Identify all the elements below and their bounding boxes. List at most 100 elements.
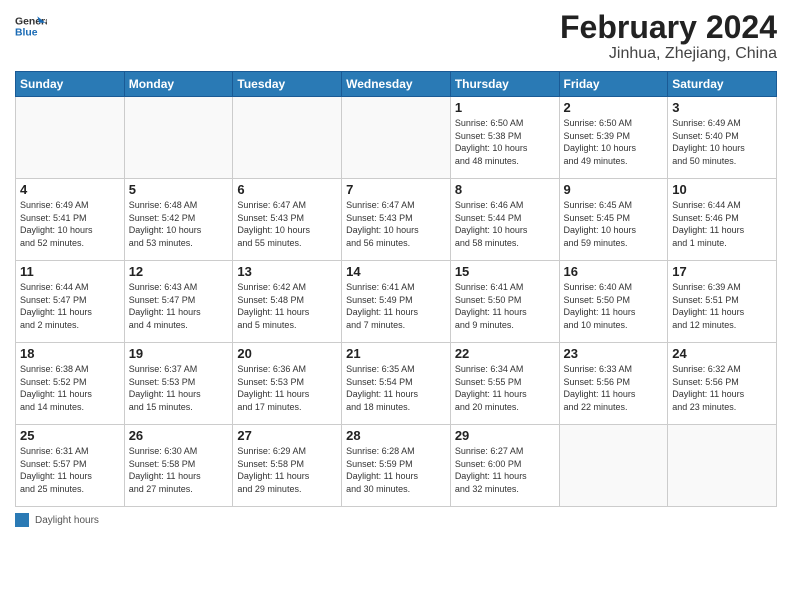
weekday-header-thursday: Thursday bbox=[450, 72, 559, 97]
day-info: Sunrise: 6:33 AM Sunset: 5:56 PM Dayligh… bbox=[564, 363, 664, 413]
day-number: 22 bbox=[455, 346, 555, 361]
weekday-header-row: SundayMondayTuesdayWednesdayThursdayFrid… bbox=[16, 72, 777, 97]
calendar-cell: 13Sunrise: 6:42 AM Sunset: 5:48 PM Dayli… bbox=[233, 261, 342, 343]
day-number: 29 bbox=[455, 428, 555, 443]
legend-color-box bbox=[15, 513, 29, 527]
day-number: 13 bbox=[237, 264, 337, 279]
weekday-header-monday: Monday bbox=[124, 72, 233, 97]
day-number: 7 bbox=[346, 182, 446, 197]
day-number: 28 bbox=[346, 428, 446, 443]
day-info: Sunrise: 6:50 AM Sunset: 5:38 PM Dayligh… bbox=[455, 117, 555, 167]
day-info: Sunrise: 6:28 AM Sunset: 5:59 PM Dayligh… bbox=[346, 445, 446, 495]
calendar-cell: 1 Sunrise: 6:50 AM Sunset: 5:38 PM Daylig… bbox=[450, 97, 559, 179]
day-info: Sunrise: 6:41 AM Sunset: 5:49 PM Dayligh… bbox=[346, 281, 446, 331]
day-number: 5 bbox=[129, 182, 229, 197]
weekday-header-friday: Friday bbox=[559, 72, 668, 97]
calendar-cell: 25Sunrise: 6:31 AM Sunset: 5:57 PM Dayli… bbox=[16, 425, 125, 507]
day-info: Sunrise: 6:44 AM Sunset: 5:47 PM Dayligh… bbox=[20, 281, 120, 331]
calendar-cell: 5 Sunrise: 6:48 AM Sunset: 5:42 PM Daylig… bbox=[124, 179, 233, 261]
calendar-cell: 19 Sunrise: 6:37 AM Sunset: 5:53 PM Dayli… bbox=[124, 343, 233, 425]
calendar-cell: 3 Sunrise: 6:49 AM Sunset: 5:40 PM Daylig… bbox=[668, 97, 777, 179]
header: General Blue February 2024 Jinhua, Zheji… bbox=[15, 10, 777, 63]
day-info: Sunrise: 6:46 AM Sunset: 5:44 PM Dayligh… bbox=[455, 199, 555, 249]
day-number: 6 bbox=[237, 182, 337, 197]
week-row-4: 18 Sunrise: 6:38 AM Sunset: 5:52 PM Dayli… bbox=[16, 343, 777, 425]
calendar-cell: 21Sunrise: 6:35 AM Sunset: 5:54 PM Dayli… bbox=[342, 343, 451, 425]
day-info: Sunrise: 6:50 AM Sunset: 5:39 PM Dayligh… bbox=[564, 117, 664, 167]
weekday-header-tuesday: Tuesday bbox=[233, 72, 342, 97]
calendar-cell: 29 Sunrise: 6:27 AM Sunset: 6:00 PM Dayli… bbox=[450, 425, 559, 507]
logo-icon: General Blue bbox=[15, 10, 47, 42]
calendar-cell: 28 Sunrise: 6:28 AM Sunset: 5:59 PM Dayli… bbox=[342, 425, 451, 507]
calendar-cell: 10Sunrise: 6:44 AM Sunset: 5:46 PM Dayli… bbox=[668, 179, 777, 261]
day-number: 1 bbox=[455, 100, 555, 115]
day-info: Sunrise: 6:37 AM Sunset: 5:53 PM Dayligh… bbox=[129, 363, 229, 413]
day-number: 3 bbox=[672, 100, 772, 115]
calendar-cell: 4 Sunrise: 6:49 AM Sunset: 5:41 PM Daylig… bbox=[16, 179, 125, 261]
day-info: Sunrise: 6:47 AM Sunset: 5:43 PM Dayligh… bbox=[346, 199, 446, 249]
day-number: 18 bbox=[20, 346, 120, 361]
day-info: Sunrise: 6:39 AM Sunset: 5:51 PM Dayligh… bbox=[672, 281, 772, 331]
location-subtitle: Jinhua, Zhejiang, China bbox=[560, 45, 777, 63]
calendar-cell: 6 Sunrise: 6:47 AM Sunset: 5:43 PM Daylig… bbox=[233, 179, 342, 261]
calendar-cell: 14 Sunrise: 6:41 AM Sunset: 5:49 PM Dayli… bbox=[342, 261, 451, 343]
day-info: Sunrise: 6:44 AM Sunset: 5:46 PM Dayligh… bbox=[672, 199, 772, 249]
logo: General Blue bbox=[15, 10, 47, 42]
day-number: 24 bbox=[672, 346, 772, 361]
day-number: 2 bbox=[564, 100, 664, 115]
day-info: Sunrise: 6:49 AM Sunset: 5:41 PM Dayligh… bbox=[20, 199, 120, 249]
weekday-header-wednesday: Wednesday bbox=[342, 72, 451, 97]
day-info: Sunrise: 6:47 AM Sunset: 5:43 PM Dayligh… bbox=[237, 199, 337, 249]
week-row-1: 1 Sunrise: 6:50 AM Sunset: 5:38 PM Daylig… bbox=[16, 97, 777, 179]
day-info: Sunrise: 6:43 AM Sunset: 5:47 PM Dayligh… bbox=[129, 281, 229, 331]
day-info: Sunrise: 6:34 AM Sunset: 5:55 PM Dayligh… bbox=[455, 363, 555, 413]
week-row-5: 25Sunrise: 6:31 AM Sunset: 5:57 PM Dayli… bbox=[16, 425, 777, 507]
calendar-table: SundayMondayTuesdayWednesdayThursdayFrid… bbox=[15, 71, 777, 507]
day-number: 4 bbox=[20, 182, 120, 197]
calendar-cell: 23 Sunrise: 6:33 AM Sunset: 5:56 PM Dayli… bbox=[559, 343, 668, 425]
weekday-header-sunday: Sunday bbox=[16, 72, 125, 97]
day-info: Sunrise: 6:32 AM Sunset: 5:56 PM Dayligh… bbox=[672, 363, 772, 413]
day-info: Sunrise: 6:35 AM Sunset: 5:54 PM Dayligh… bbox=[346, 363, 446, 413]
day-number: 9 bbox=[564, 182, 664, 197]
calendar-cell: 20 Sunrise: 6:36 AM Sunset: 5:53 PM Dayli… bbox=[233, 343, 342, 425]
day-number: 25 bbox=[20, 428, 120, 443]
day-number: 17 bbox=[672, 264, 772, 279]
calendar-cell: 2 Sunrise: 6:50 AM Sunset: 5:39 PM Daylig… bbox=[559, 97, 668, 179]
day-info: Sunrise: 6:41 AM Sunset: 5:50 PM Dayligh… bbox=[455, 281, 555, 331]
day-number: 20 bbox=[237, 346, 337, 361]
calendar-cell: 12 Sunrise: 6:43 AM Sunset: 5:47 PM Dayli… bbox=[124, 261, 233, 343]
calendar-cell: 8 Sunrise: 6:46 AM Sunset: 5:44 PM Daylig… bbox=[450, 179, 559, 261]
calendar-cell: 18 Sunrise: 6:38 AM Sunset: 5:52 PM Dayli… bbox=[16, 343, 125, 425]
calendar-cell bbox=[342, 97, 451, 179]
day-info: Sunrise: 6:49 AM Sunset: 5:40 PM Dayligh… bbox=[672, 117, 772, 167]
day-number: 19 bbox=[129, 346, 229, 361]
calendar-cell bbox=[559, 425, 668, 507]
calendar-cell: 7 Sunrise: 6:47 AM Sunset: 5:43 PM Daylig… bbox=[342, 179, 451, 261]
day-info: Sunrise: 6:30 AM Sunset: 5:58 PM Dayligh… bbox=[129, 445, 229, 495]
day-number: 14 bbox=[346, 264, 446, 279]
week-row-3: 11 Sunrise: 6:44 AM Sunset: 5:47 PM Dayli… bbox=[16, 261, 777, 343]
day-info: Sunrise: 6:36 AM Sunset: 5:53 PM Dayligh… bbox=[237, 363, 337, 413]
calendar-cell: 26 Sunrise: 6:30 AM Sunset: 5:58 PM Dayli… bbox=[124, 425, 233, 507]
title-block: February 2024 Jinhua, Zhejiang, China bbox=[560, 10, 777, 63]
day-number: 12 bbox=[129, 264, 229, 279]
day-info: Sunrise: 6:48 AM Sunset: 5:42 PM Dayligh… bbox=[129, 199, 229, 249]
day-number: 11 bbox=[20, 264, 120, 279]
calendar-cell: 17 Sunrise: 6:39 AM Sunset: 5:51 PM Dayli… bbox=[668, 261, 777, 343]
day-info: Sunrise: 6:40 AM Sunset: 5:50 PM Dayligh… bbox=[564, 281, 664, 331]
calendar-cell: 9Sunrise: 6:45 AM Sunset: 5:45 PM Daylig… bbox=[559, 179, 668, 261]
day-number: 27 bbox=[237, 428, 337, 443]
calendar-cell: 11 Sunrise: 6:44 AM Sunset: 5:47 PM Dayli… bbox=[16, 261, 125, 343]
weekday-header-saturday: Saturday bbox=[668, 72, 777, 97]
day-info: Sunrise: 6:38 AM Sunset: 5:52 PM Dayligh… bbox=[20, 363, 120, 413]
day-number: 23 bbox=[564, 346, 664, 361]
legend: Daylight hours bbox=[15, 513, 777, 527]
calendar-cell: 16Sunrise: 6:40 AM Sunset: 5:50 PM Dayli… bbox=[559, 261, 668, 343]
day-number: 8 bbox=[455, 182, 555, 197]
legend-label: Daylight hours bbox=[35, 515, 99, 526]
day-info: Sunrise: 6:27 AM Sunset: 6:00 PM Dayligh… bbox=[455, 445, 555, 495]
calendar-cell bbox=[16, 97, 125, 179]
day-number: 26 bbox=[129, 428, 229, 443]
svg-text:Blue: Blue bbox=[15, 28, 38, 39]
